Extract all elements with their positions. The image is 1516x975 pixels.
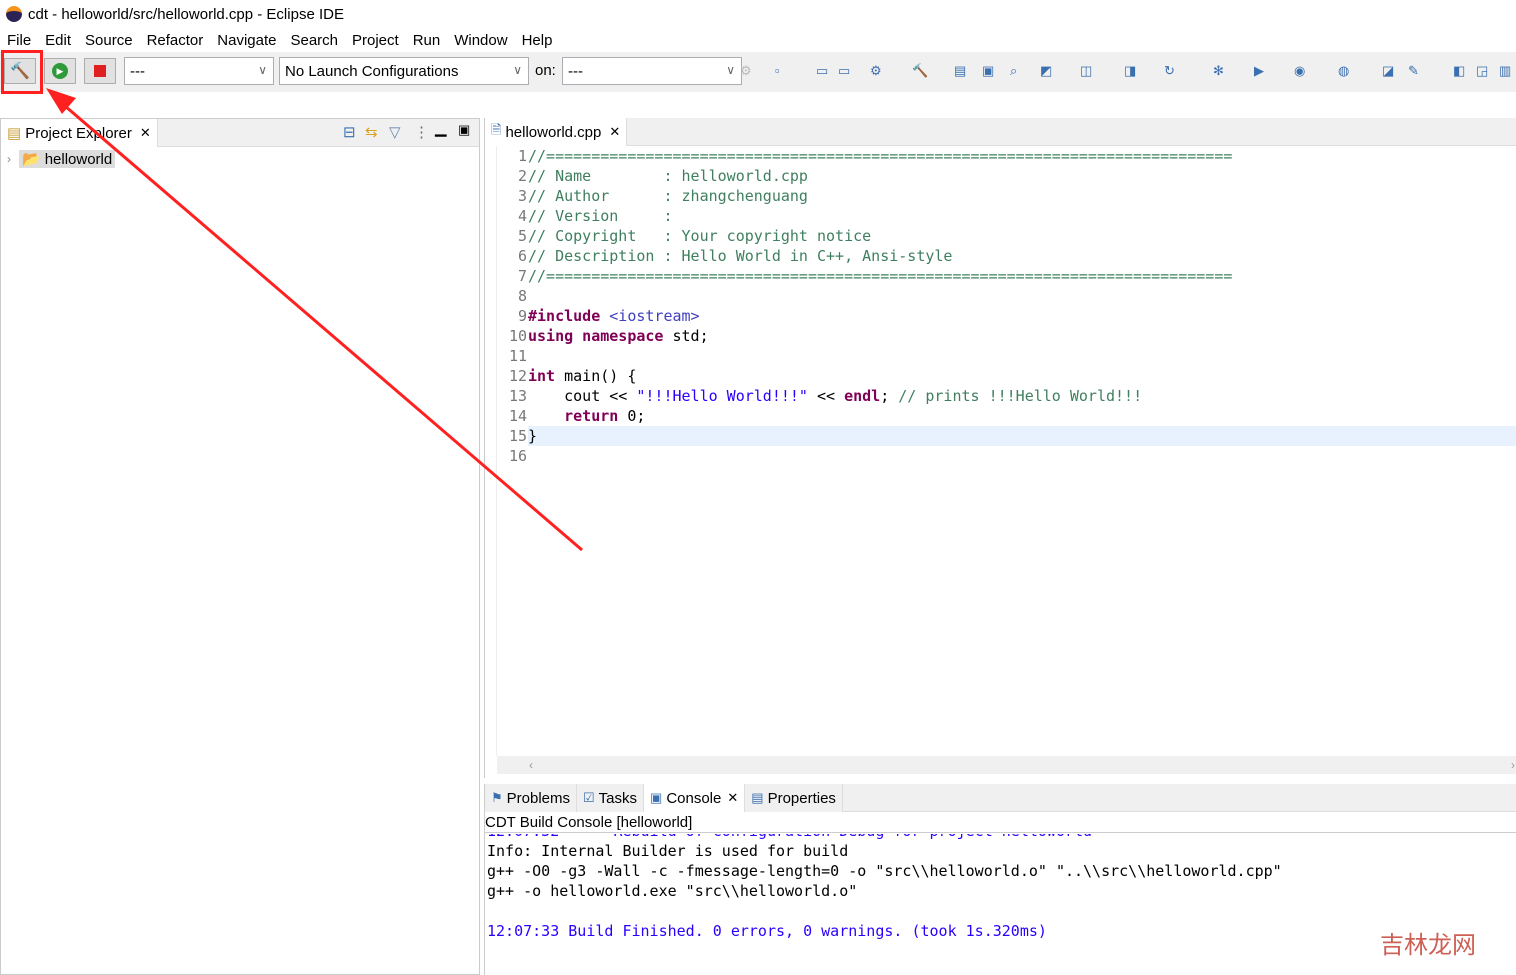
arrow-shaft	[57, 98, 583, 552]
annotation-arrow	[46, 88, 583, 552]
